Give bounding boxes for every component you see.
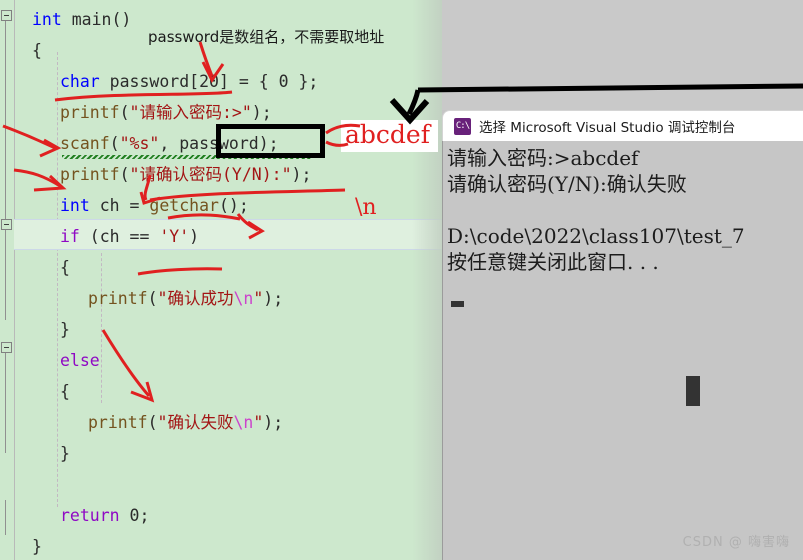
code-token: ); (263, 413, 284, 432)
code-token: 20 (199, 72, 219, 91)
console-titlebar[interactable]: C:\ 选择 Microsoft Visual Studio 调试控制台 (442, 110, 803, 141)
code-token: { (60, 382, 70, 401)
code-token: ( (119, 165, 130, 184)
code-line[interactable]: char password[20] = { 0 }; (14, 66, 442, 97)
code-line[interactable]: { (14, 376, 442, 407)
code-token: printf (60, 103, 120, 122)
code-token: printf (60, 165, 120, 184)
black-pointer-line (417, 83, 803, 93)
code-token: ); (291, 165, 312, 184)
console-window-title: 选择 Microsoft Visual Studio 调试控制台 (479, 120, 736, 136)
code-token: { (32, 41, 42, 60)
code-line[interactable]: printf("确认失败\n"); (14, 407, 442, 438)
code-token: "请输入密码:>" (129, 103, 252, 122)
code-token: int (60, 196, 90, 215)
code-token: }; (288, 72, 319, 91)
code-token: ( (109, 134, 120, 153)
code-line[interactable]: printf("请确认密码(Y/N):"); (14, 159, 442, 190)
console-caret-block (686, 376, 700, 406)
code-token: int (32, 10, 62, 29)
code-token: \n (233, 413, 254, 432)
code-token: ( (147, 289, 158, 308)
console-caret-underscore (451, 301, 464, 307)
fold-line-end (5, 500, 6, 535)
code-token: ch = (89, 196, 150, 215)
code-token: " (253, 289, 264, 308)
code-token: 0 (278, 72, 289, 91)
code-line[interactable]: else (14, 345, 442, 376)
console-window[interactable]: C:\ 选择 Microsoft Visual Studio 调试控制台 请输入… (442, 110, 803, 560)
annotation-note-array-name: password是数组名，不需要取地址 (148, 28, 385, 46)
code-token: ; (139, 506, 150, 525)
fold-marker-main[interactable] (1, 10, 12, 21)
code-token: "确认失败 (157, 413, 234, 432)
annotation-password-box (216, 124, 325, 158)
code-token: if (60, 227, 80, 246)
code-token: (); (218, 196, 249, 215)
code-token: { (60, 258, 70, 277)
fold-line-if (5, 230, 6, 310)
code-token: ( (147, 413, 158, 432)
code-token: ); (251, 103, 272, 122)
code-token: } (32, 537, 42, 556)
screenshot-root: int main() { char password[20] = { 0 }; pri… (0, 0, 803, 560)
code-line[interactable]: int ch = getchar(); (14, 190, 442, 221)
fold-line-endif (5, 310, 6, 320)
code-token: 'Y' (159, 227, 190, 246)
code-token: printf (88, 289, 148, 308)
annotation-newline-marker: \n (355, 195, 377, 220)
console-line: D:\code\2022\class107\test_7 (447, 224, 745, 248)
code-token: ] = { (218, 72, 279, 91)
code-token: } (60, 320, 70, 339)
fold-line-else (5, 353, 6, 453)
code-token: ); (263, 289, 284, 308)
code-token: 0 (129, 506, 140, 525)
code-token: return (60, 506, 120, 525)
code-token: ( (119, 103, 130, 122)
code-line[interactable]: } (14, 531, 442, 560)
console-line: 请确认密码(Y/N):确认失败 (447, 172, 687, 196)
code-token: ) (189, 227, 200, 246)
code-token: } (60, 444, 70, 463)
code-line[interactable]: } (14, 438, 442, 469)
console-app-icon: C:\ (454, 117, 471, 135)
code-token: else (60, 351, 100, 370)
code-token: "确认成功 (157, 289, 234, 308)
annotation-input-sample: abcdef (345, 120, 430, 149)
console-line: 按任意键关闭此窗口. . . (447, 250, 659, 274)
fold-line-main (5, 21, 6, 219)
code-line[interactable]: if (ch == 'Y') (14, 221, 442, 252)
code-line[interactable]: } (14, 314, 442, 345)
code-token: "请确认密码(Y/N):" (129, 165, 292, 184)
editor-gutter (0, 0, 15, 560)
fold-marker-else[interactable] (1, 342, 12, 353)
code-token: main() (61, 10, 132, 29)
code-token: " (253, 413, 264, 432)
code-token: password[ (99, 72, 200, 91)
code-token: char (60, 72, 100, 91)
code-line[interactable]: return 0; (14, 500, 442, 531)
console-line: 请输入密码:>abcdef (447, 146, 639, 170)
code-token: printf (88, 413, 148, 432)
code-line[interactable]: { (14, 252, 442, 283)
console-output[interactable]: 请输入密码:>abcdef 请确认密码(Y/N):确认失败 D:\code\2022… (442, 141, 803, 560)
csdn-watermark: CSDN @ 嗨害嗨 (682, 535, 790, 550)
code-token: getchar (149, 196, 219, 215)
code-token: "%s" (119, 134, 160, 153)
code-line[interactable]: printf("确认成功\n"); (14, 283, 442, 314)
code-token: (ch == (79, 227, 160, 246)
code-editor-pane[interactable]: int main() { char password[20] = { 0 }; pri… (0, 0, 442, 560)
fold-marker-if[interactable] (1, 219, 12, 230)
code-line[interactable] (14, 469, 442, 500)
code-token: \n (233, 289, 254, 308)
code-token: scanf (60, 134, 110, 153)
